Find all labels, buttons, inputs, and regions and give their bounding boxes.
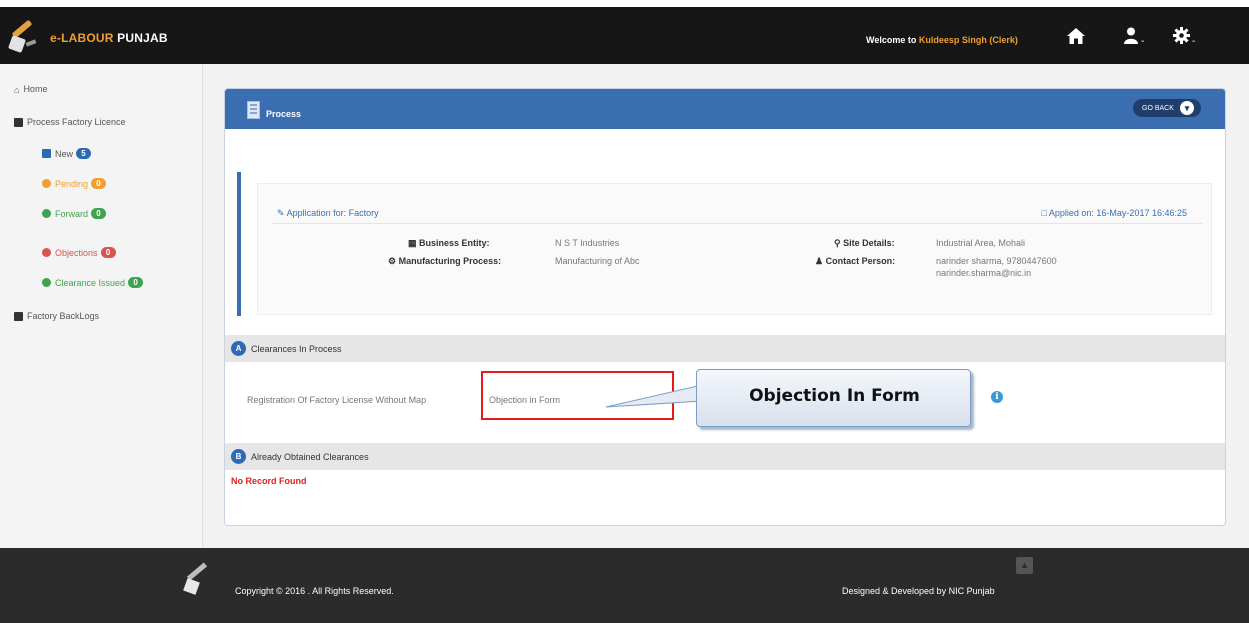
top-navbar: e-LABOUR PUNJAB Welcome to Kuldeesp Sing… <box>0 7 1249 64</box>
clearances-in-process-header: A Clearances In Process <box>225 335 1225 362</box>
pending-count-badge: 0 <box>91 178 107 189</box>
panel-header: Process GO BACK ▾ <box>225 89 1225 129</box>
clearance-count-badge: 0 <box>128 277 144 288</box>
sidebar-new-label: New <box>55 148 74 159</box>
go-back-label: GO BACK <box>1142 104 1174 112</box>
contact-person-line2: narinder.sharma@nic.in <box>936 268 1032 278</box>
sidebar-item-pending[interactable]: Pending 0 <box>42 178 107 189</box>
sidebar-item-forward[interactable]: Forward 0 <box>42 208 107 219</box>
callout-pointer <box>605 384 702 408</box>
sidebar-process-label: Process Factory Licence <box>27 117 126 127</box>
sidebar-item-new[interactable]: New 5 <box>42 148 92 159</box>
home-icon[interactable] <box>1066 27 1086 50</box>
application-for: ✎ Application for: Factory <box>277 208 379 219</box>
brand-title: e-LABOUR PUNJAB <box>50 31 168 45</box>
cogs-icon: ⚙ <box>388 256 397 266</box>
sidebar-forward-label: Forward <box>55 208 89 219</box>
scroll-top-icon[interactable]: ▲ <box>1016 557 1033 574</box>
chevron-down-icon: ▾ <box>1180 101 1194 115</box>
settings-caret: - <box>1192 36 1196 47</box>
copyright-text: Copyright © 2016 . All Rights Reserved. <box>235 586 394 596</box>
manufacturing-process-value: Manufacturing of Abc <box>555 256 640 266</box>
sidebar-item-objections[interactable]: Objections 0 <box>42 247 116 258</box>
site-details-label: ⚲ Site Details: <box>834 238 895 249</box>
building-small-icon: ▦ <box>408 238 417 248</box>
panel-title: Process <box>266 109 302 119</box>
building-icon <box>247 101 260 119</box>
section-a-badge: A <box>231 341 246 356</box>
already-obtained-header: B Already Obtained Clearances <box>225 443 1225 470</box>
edit-note-icon: ✎ <box>277 208 285 218</box>
welcome-prefix: Welcome to <box>866 35 917 45</box>
new-count-badge: 5 <box>76 148 92 159</box>
callout-text: Objection In Form <box>749 386 920 406</box>
brand[interactable]: e-LABOUR PUNJAB <box>8 19 168 55</box>
business-entity-label-text: Business Entity: <box>419 238 490 248</box>
annotation-callout: Objection In Form <box>605 369 974 431</box>
clearance-name: Registration Of Factory License Without … <box>247 395 427 405</box>
section-b-title: Already Obtained Clearances <box>251 452 369 462</box>
no-record-text: No Record Found <box>231 476 307 486</box>
sidebar-item-home[interactable]: ⌂ Home <box>14 84 48 95</box>
sidebar-clearance-label: Clearance Issued <box>55 277 126 288</box>
footer-hammer-logo-icon <box>183 562 213 598</box>
calendar-icon: □ <box>1041 208 1047 218</box>
designed-by-text: Designed & Developed by NIC Punjab <box>842 586 995 596</box>
top-strip <box>0 0 1249 7</box>
contact-person-label-text: Contact Person: <box>825 256 896 266</box>
objection-dot-icon <box>42 248 51 257</box>
go-back-button[interactable]: GO BACK ▾ <box>1133 99 1201 117</box>
business-entity-value: N S T Industries <box>555 238 620 248</box>
sidebar-item-process-factory-licence[interactable]: Process Factory Licence <box>14 117 126 127</box>
manufacturing-label-text: Manufacturing Process: <box>398 256 502 266</box>
application-summary: ✎ Application for: Factory □ Applied on:… <box>237 172 1212 316</box>
section-b-badge: B <box>231 449 246 464</box>
sidebar-backlogs-label: Factory BackLogs <box>27 311 100 321</box>
welcome-user: Kuldeesp Singh (Clerk) <box>918 35 1018 45</box>
brand-e: e-LABOUR <box>50 31 114 45</box>
gear-icon <box>1173 27 1190 44</box>
person-icon: ♟ <box>815 256 824 266</box>
settings-menu[interactable]: - <box>1173 27 1195 52</box>
section-a-title: Clearances In Process <box>251 344 342 354</box>
applied-on: □ Applied on: 16-May-2017 16:46:25 <box>1041 208 1187 218</box>
applied-on-text: Applied on: 16-May-2017 16:46:25 <box>1048 208 1187 218</box>
welcome-text: Welcome to Kuldeesp Singh (Clerk) <box>866 35 1018 45</box>
clearance-dot-icon <box>42 278 51 287</box>
edit-icon <box>14 311 23 321</box>
user-caret: - <box>1141 36 1145 47</box>
contact-person-label: ♟ Contact Person: <box>815 256 895 267</box>
hammer-logo-icon <box>8 19 38 55</box>
business-entity-label: ▦ Business Entity: <box>408 238 490 249</box>
site-details-value: Industrial Area, Mohali <box>936 238 1026 248</box>
application-card: ✎ Application for: Factory □ Applied on:… <box>257 183 1212 315</box>
contact-person-line1: narinder sharma, 9780447600 <box>936 256 1057 266</box>
divider <box>272 223 1202 224</box>
footer: Copyright © 2016 . All Rights Reserved. … <box>0 548 1249 623</box>
brand-punjab: PUNJAB <box>117 31 168 45</box>
sidebar: ⌂ Home Process Factory Licence New 5 Pen… <box>0 64 203 548</box>
site-details-label-text: Site Details: <box>843 238 895 248</box>
pending-dot-icon <box>42 179 51 188</box>
manufacturing-process-label: ⚙ Manufacturing Process: <box>388 256 501 267</box>
objections-count-badge: 0 <box>100 247 116 258</box>
edit-icon <box>14 117 23 127</box>
file-icon <box>42 149 51 158</box>
callout-body: Objection In Form <box>696 369 971 427</box>
sidebar-item-clearance-issued[interactable]: Clearance Issued 0 <box>42 277 144 288</box>
user-menu[interactable]: - <box>1123 27 1144 52</box>
forward-dot-icon <box>42 209 51 218</box>
info-icon[interactable]: i <box>991 391 1003 403</box>
sidebar-objections-label: Objections <box>55 247 98 258</box>
map-marker-icon: ⚲ <box>834 238 841 248</box>
application-for-text: Application for: Factory <box>286 208 379 218</box>
home-small-icon: ⌂ <box>14 84 20 95</box>
forward-count-badge: 0 <box>91 208 107 219</box>
sidebar-item-factory-backlogs[interactable]: Factory BackLogs <box>14 311 99 321</box>
user-icon <box>1124 27 1138 44</box>
process-panel: Process GO BACK ▾ ✎ Application for: Fac… <box>224 88 1226 526</box>
sidebar-pending-label: Pending <box>55 178 89 189</box>
sidebar-home-label: Home <box>23 84 48 94</box>
